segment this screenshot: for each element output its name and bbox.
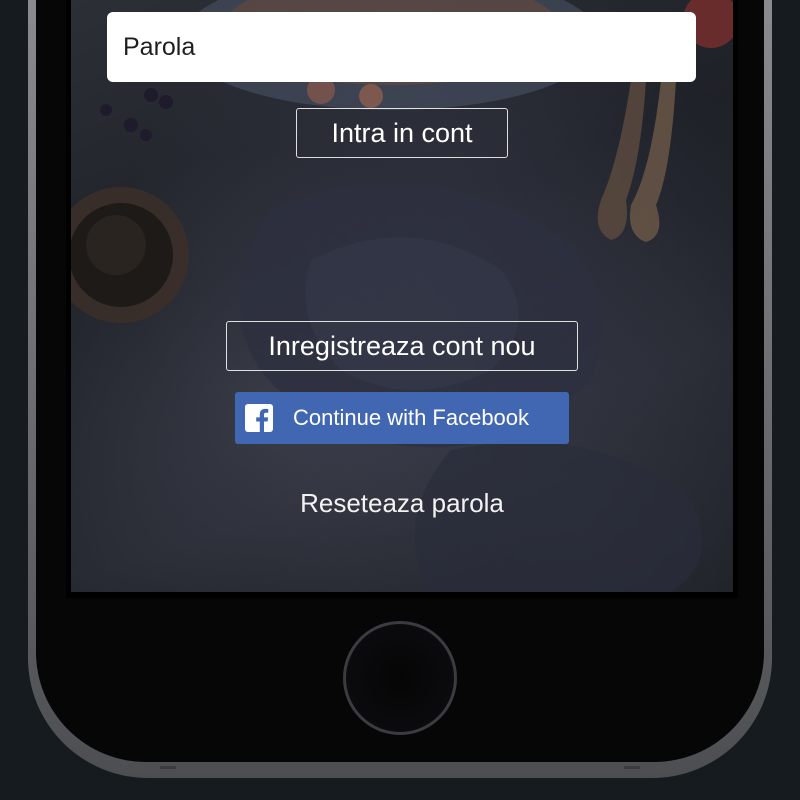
facebook-icon <box>245 404 273 432</box>
home-button[interactable] <box>343 621 457 735</box>
facebook-login-button[interactable]: Continue with Facebook <box>235 392 569 444</box>
register-button[interactable]: Inregistreaza cont nou <box>226 321 578 371</box>
antenna-line <box>160 766 176 769</box>
reset-password-link[interactable]: Reseteaza parola <box>250 488 554 519</box>
facebook-button-label: Continue with Facebook <box>293 405 530 430</box>
login-button[interactable]: Intra in cont <box>296 108 508 158</box>
password-field[interactable] <box>107 12 696 82</box>
antenna-line <box>624 766 640 769</box>
